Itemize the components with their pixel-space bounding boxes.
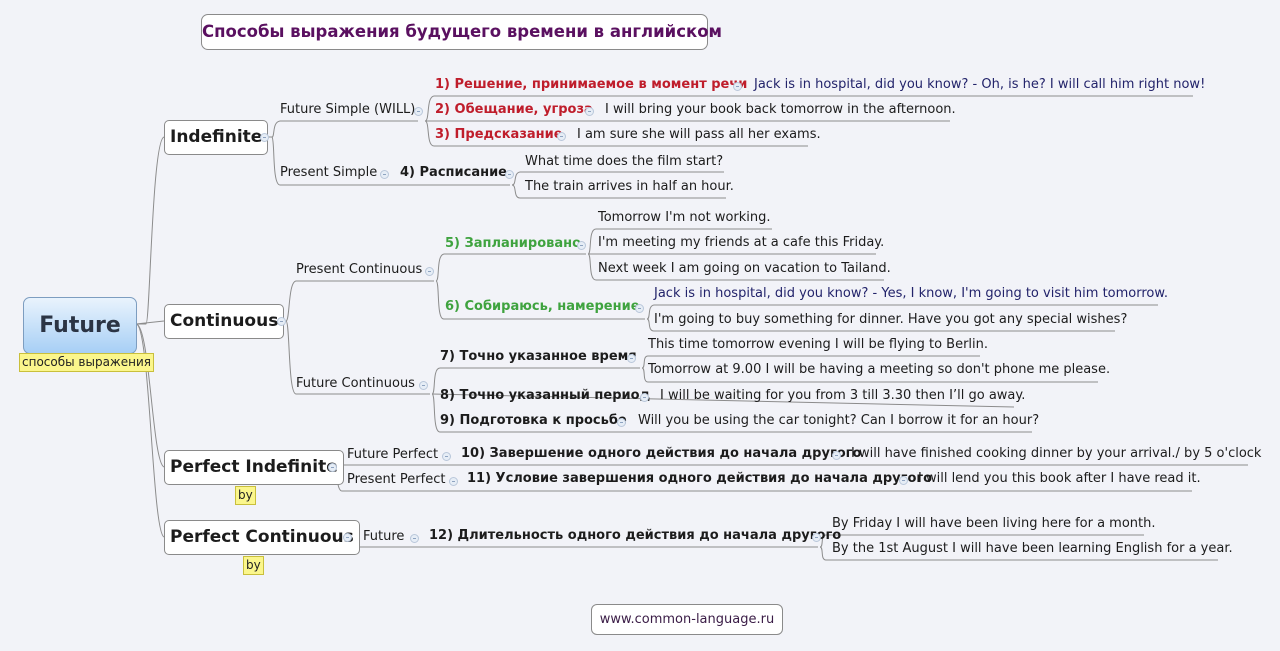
collapse-icon[interactable] (343, 533, 352, 542)
collapse-icon[interactable] (505, 170, 514, 179)
collapse-icon[interactable] (577, 241, 586, 250)
website-link[interactable]: www.common-language.ru (591, 604, 783, 635)
root-note: способы выражения (19, 353, 154, 372)
collapse-icon[interactable] (899, 476, 908, 485)
collapse-icon[interactable] (380, 170, 389, 179)
category-8[interactable]: 8) Точно указанный период (440, 388, 650, 403)
category-2[interactable]: 2) Обещание, угроза (435, 102, 593, 117)
collapse-icon[interactable] (585, 107, 594, 116)
category-1[interactable]: 1) Решение, принимаемое в момент речи (435, 77, 747, 92)
example: Next week I am going on vacation to Tail… (598, 261, 891, 276)
node-future-simple[interactable]: Future Simple (WILL) (280, 102, 415, 117)
collapse-icon[interactable] (414, 107, 423, 116)
example: I will be waiting for you from 3 till 3.… (660, 388, 1026, 403)
example: Tomorrow I'm not working. (598, 210, 771, 225)
example: Jack is in hospital, did you know? - Yes… (654, 286, 1168, 301)
collapse-icon[interactable] (328, 463, 337, 472)
collapse-icon[interactable] (260, 133, 269, 142)
page-title: Способы выражения будущего времени в анг… (201, 14, 722, 50)
example: Jack is in hospital, did you know? - Oh,… (754, 77, 1206, 92)
node-perfect-continuous[interactable]: Perfect Continuous (164, 520, 360, 555)
category-10[interactable]: 10) Завершение одного действия до начала… (461, 446, 861, 461)
category-6[interactable]: 6) Собираюсь, намерение (445, 299, 640, 314)
collapse-icon[interactable] (635, 304, 644, 313)
collapse-icon[interactable] (832, 451, 841, 460)
example: What time does the film start? (525, 154, 724, 169)
example: By the 1st August I will have been learn… (832, 541, 1233, 556)
example: I will bring your book back tomorrow in … (605, 102, 956, 117)
collapse-icon[interactable] (419, 381, 428, 390)
collapse-icon[interactable] (442, 452, 451, 461)
collapse-icon[interactable] (425, 267, 434, 276)
perfect-continuous-note: by (243, 556, 264, 575)
node-future[interactable]: Future (363, 529, 404, 544)
collapse-icon[interactable] (812, 533, 821, 542)
collapse-icon[interactable] (410, 534, 419, 543)
node-continuous[interactable]: Continuous (164, 304, 285, 339)
node-perfect-indefinite[interactable]: Perfect Indefinite (164, 450, 344, 485)
collapse-icon[interactable] (449, 477, 458, 486)
category-12[interactable]: 12) Длительность одного действия до нача… (429, 528, 841, 543)
example: By Friday I will have been living here f… (832, 516, 1156, 531)
example: I'm going to buy something for dinner. H… (654, 312, 1128, 327)
category-9[interactable]: 9) Подготовка к просьбе (440, 413, 627, 428)
category-7[interactable]: 7) Точно указанное время (440, 349, 637, 364)
example: The train arrives in half an hour. (525, 179, 734, 194)
example: Tomorrow at 9.00 I will be having a meet… (648, 362, 1111, 377)
collapse-icon[interactable] (277, 317, 286, 326)
example: I am sure she will pass all her exams. (577, 127, 821, 142)
collapse-icon[interactable] (557, 132, 566, 141)
node-present-perfect[interactable]: Present Perfect (347, 472, 445, 487)
perfect-indefinite-note: by (235, 486, 256, 505)
example: This time tomorrow evening I will be fly… (648, 337, 989, 352)
example: Will you be using the car tonight? Can I… (638, 413, 1040, 428)
node-future-perfect[interactable]: Future Perfect (347, 447, 438, 462)
node-indefinite[interactable]: Indefinite (164, 120, 269, 155)
node-present-simple[interactable]: Present Simple (280, 165, 377, 180)
collapse-icon[interactable] (640, 393, 649, 402)
example: I will have finished cooking dinner by y… (851, 446, 1262, 461)
collapse-icon[interactable] (733, 82, 742, 91)
example: I'm meeting my friends at a cafe this Fr… (598, 235, 885, 250)
collapse-icon[interactable] (617, 418, 626, 427)
collapse-icon[interactable] (627, 354, 636, 363)
root-node-future[interactable]: Future (23, 297, 137, 354)
category-11[interactable]: 11) Условие завершения одного действия д… (467, 471, 932, 486)
node-present-continuous[interactable]: Present Continuous (296, 262, 422, 277)
node-future-continuous[interactable]: Future Continuous (296, 376, 415, 391)
category-4[interactable]: 4) Расписание (400, 165, 507, 180)
category-5[interactable]: 5) Запланировано (445, 236, 581, 251)
example: I will lend you this book after I have r… (918, 471, 1201, 486)
category-3[interactable]: 3) Предсказание (435, 127, 563, 142)
